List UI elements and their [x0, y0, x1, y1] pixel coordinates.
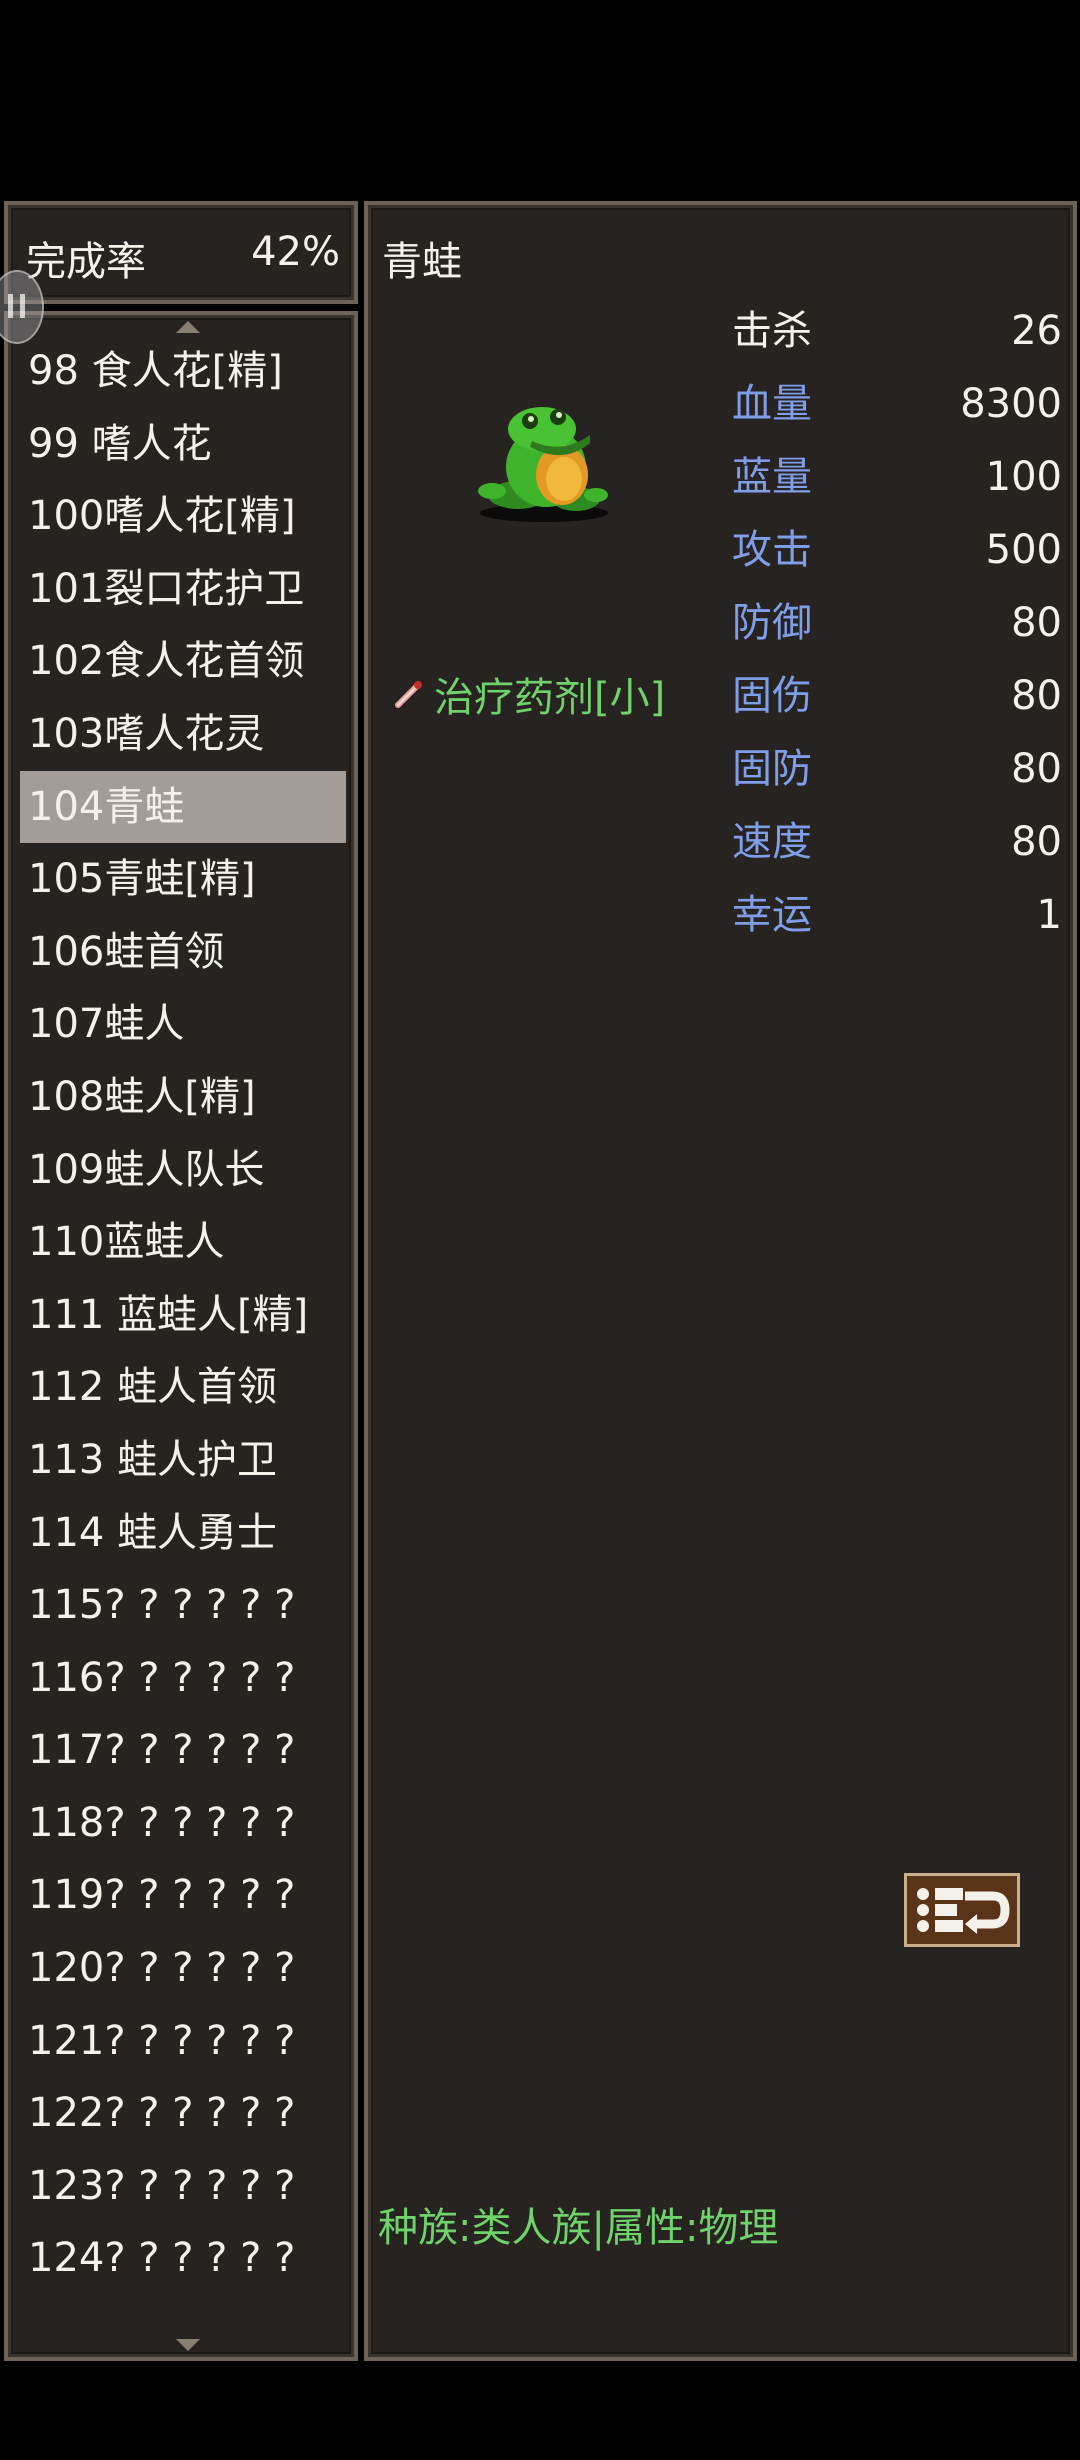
stat-row: 防御 80 [732, 587, 1062, 660]
completion-panel: 完成率 42% [4, 201, 358, 304]
potion-icon [395, 681, 422, 708]
stat-label: 击杀 [732, 308, 812, 354]
list-item[interactable]: 99 嗜人花 [20, 408, 346, 481]
drop-item[interactable]: 治疗药剂[小] [392, 665, 665, 723]
monster-name: 青蛙 [382, 239, 462, 285]
list-item[interactable]: 118? ? ? ? ? ? [20, 1787, 346, 1860]
stat-label: 攻击 [732, 527, 812, 573]
stat-value: 500 [985, 527, 1062, 573]
stat-value: 80 [1011, 819, 1062, 865]
list-item[interactable]: 115? ? ? ? ? ? [20, 1569, 346, 1642]
list-item[interactable]: 113 蛙人护卫 [20, 1424, 346, 1497]
stat-label: 幸运 [732, 892, 812, 938]
list-item[interactable]: 114 蛙人勇士 [20, 1497, 346, 1570]
return-icon [917, 1888, 1010, 1934]
list-item[interactable]: 106蛙首领 [20, 916, 346, 989]
monster-detail-panel: 青蛙 治疗药剂[小] 击杀 26 血量 8300 蓝量 100 攻击 500 防御 80 固伤 80 固… [364, 201, 1077, 2361]
list-item[interactable]: 119? ? ? ? ? ? [20, 1859, 346, 1932]
stat-label: 血量 [732, 381, 812, 427]
stat-value: 26 [1011, 308, 1062, 354]
stat-label: 防御 [732, 600, 812, 646]
frog-sprite [478, 407, 608, 522]
stat-row: 固防 80 [732, 733, 1062, 806]
list-item[interactable]: 109蛙人队长 [20, 1134, 346, 1207]
drop-item-label: 治疗药剂[小] [434, 675, 666, 721]
list-item[interactable]: 102食人花首领 [20, 625, 346, 698]
stat-label: 固伤 [732, 673, 812, 719]
list-item[interactable]: 122? ? ? ? ? ? [20, 2077, 346, 2150]
return-button[interactable] [904, 1873, 1020, 1947]
stat-row: 幸运 1 [732, 879, 1062, 952]
list-item[interactable]: 124? ? ? ? ? ? [20, 2222, 346, 2295]
scroll-up-icon[interactable] [176, 321, 200, 333]
scroll-down-icon[interactable] [176, 2339, 200, 2351]
stat-row: 攻击 500 [732, 514, 1062, 587]
pause-icon [8, 294, 13, 318]
monster-list-panel[interactable]: 98 食人花[精] 99 嗜人花 100嗜人花[精] 101裂口花护卫 102食人花首领… [4, 311, 358, 2361]
stat-label: 速度 [732, 819, 812, 865]
race-info: 种族:类人族|属性:物理 [378, 2205, 779, 2251]
list-item[interactable]: 112 蛙人首领 [20, 1351, 346, 1424]
stat-row: 血量 8300 [732, 368, 1062, 441]
list-item[interactable]: 121? ? ? ? ? ? [20, 2005, 346, 2078]
list-item[interactable]: 100嗜人花[精] [20, 480, 346, 553]
stat-row: 击杀 26 [732, 295, 1062, 368]
list-item[interactable]: 117? ? ? ? ? ? [20, 1714, 346, 1787]
stat-row: 蓝量 100 [732, 441, 1062, 514]
stat-row: 速度 80 [732, 806, 1062, 879]
list-item[interactable]: 103嗜人花灵 [20, 698, 346, 771]
list-item[interactable]: 107蛙人 [20, 988, 346, 1061]
stat-value: 8300 [960, 381, 1062, 427]
stat-value: 100 [985, 454, 1062, 500]
list-item[interactable]: 111 蓝蛙人[精] [20, 1279, 346, 1352]
stat-value: 80 [1011, 673, 1062, 719]
stat-row: 固伤 80 [732, 660, 1062, 733]
list-item[interactable]: 116? ? ? ? ? ? [20, 1642, 346, 1715]
stat-label: 固防 [732, 746, 812, 792]
stats-table: 击杀 26 血量 8300 蓝量 100 攻击 500 防御 80 固伤 80 固防 80 速度 80 幸运 1 [732, 295, 1062, 952]
stat-label: 蓝量 [732, 454, 812, 500]
list-item[interactable]: 98 食人花[精] [20, 335, 346, 408]
completion-label: 完成率 [26, 239, 146, 285]
stat-value: 80 [1011, 600, 1062, 646]
stat-value: 80 [1011, 746, 1062, 792]
list-item[interactable]: 101裂口花护卫 [20, 553, 346, 626]
stat-value: 1 [1036, 892, 1062, 938]
list-item[interactable]: 110蓝蛙人 [20, 1206, 346, 1279]
monster-list[interactable]: 98 食人花[精] 99 嗜人花 100嗜人花[精] 101裂口花护卫 102食人花首领… [20, 335, 346, 2295]
completion-value: 42% [251, 229, 340, 275]
list-item[interactable]: 123? ? ? ? ? ? [20, 2150, 346, 2223]
list-item[interactable]: 108蛙人[精] [20, 1061, 346, 1134]
list-item[interactable]: 105青蛙[精] [20, 843, 346, 916]
list-item[interactable]: 120? ? ? ? ? ? [20, 1932, 346, 2005]
list-item[interactable]: 104青蛙 [20, 770, 346, 844]
